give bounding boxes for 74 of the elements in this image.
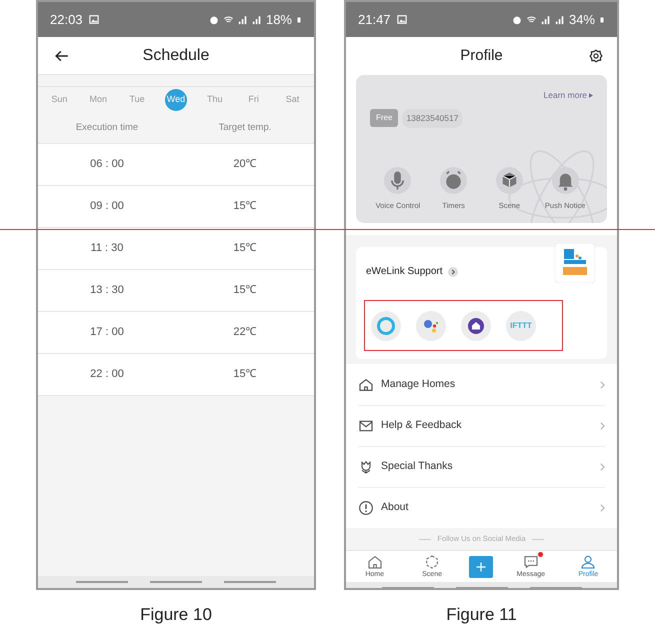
day-tab[interactable]: Thu	[204, 89, 226, 111]
table-cell-text: 17 : 00	[90, 325, 124, 340]
signal-icon	[252, 14, 262, 24]
house-icon	[366, 554, 383, 570]
column-header: Execution time	[76, 120, 138, 135]
menu-item[interactable]: Help & Feedback	[381, 418, 462, 434]
image-icon	[88, 15, 99, 24]
day-tab[interactable]: Wed	[164, 89, 187, 111]
table-cell-text: 20℃	[233, 157, 257, 172]
alarm-clock-icon[interactable]	[440, 166, 468, 194]
figure-caption: Figure 11	[446, 604, 517, 626]
screen-title: Profile	[460, 46, 503, 66]
dots-icon[interactable]	[416, 310, 446, 340]
alarm-icon	[208, 14, 219, 24]
house-circle-icon[interactable]	[461, 310, 491, 340]
play-triangle-icon	[589, 92, 593, 98]
alarm-icon	[512, 14, 522, 24]
dashed-hexagon-icon	[424, 554, 440, 570]
day-tab[interactable]: Sat	[281, 89, 304, 111]
ifttt-button[interactable]: IFTTT	[506, 310, 536, 340]
battery-percent: 18%	[266, 10, 292, 29]
exclamation-circle-icon	[358, 500, 374, 516]
envelope-icon	[358, 418, 374, 434]
settings-icon[interactable]	[589, 49, 603, 63]
battery-icon	[599, 14, 605, 24]
phone-number: 13823540517	[402, 108, 462, 128]
add-button[interactable]	[469, 556, 494, 578]
table-cell-text: 22℃	[233, 325, 257, 340]
table-cell-text: 09 : 00	[90, 199, 124, 214]
figure-caption: Figure 10	[140, 604, 212, 626]
chevron-right-icon	[600, 380, 605, 388]
chevron-right-icon[interactable]	[448, 266, 458, 276]
bell-icon[interactable]	[552, 166, 579, 194]
signal-icon	[540, 14, 551, 24]
column-header: Target temp.	[218, 120, 272, 135]
battery-icon	[296, 14, 302, 24]
screen-title: Schedule	[142, 46, 210, 66]
chevron-right-icon	[600, 422, 605, 430]
day-tab[interactable]: Tue	[126, 89, 148, 111]
table-cell-text: 06 : 00	[90, 157, 124, 172]
house-icon	[358, 376, 374, 392]
chevron-right-icon	[600, 463, 605, 471]
day-tab[interactable]: Fri	[242, 89, 265, 111]
plus-icon	[475, 560, 488, 572]
person-icon	[580, 554, 596, 570]
status-time: 22:03	[50, 10, 83, 29]
image-icon	[396, 15, 407, 24]
table-cell-text: 22 : 00	[90, 367, 124, 382]
status-time: 21:47	[358, 10, 391, 29]
plan-badge: Free	[370, 109, 398, 128]
ring-icon[interactable]	[371, 310, 401, 340]
back-arrow-icon[interactable]	[54, 48, 70, 62]
chat-bubble-icon	[522, 554, 539, 570]
menu-item[interactable]: Special Thanks	[381, 459, 453, 475]
menu-item[interactable]: Manage Homes	[381, 376, 456, 392]
microphone-icon[interactable]	[384, 166, 412, 194]
table-cell-text: 13 : 30	[90, 283, 124, 298]
table-cell-text: 15℃	[233, 367, 257, 382]
support-title: eWeLink Support	[366, 265, 443, 279]
day-tab[interactable]: Sun	[48, 89, 70, 111]
day-tab[interactable]: Mon	[87, 89, 110, 111]
wifi-icon	[222, 14, 234, 24]
menu-item[interactable]: About	[381, 500, 408, 516]
wifi-icon	[526, 14, 537, 24]
signal-icon	[554, 14, 565, 24]
table-cell-text: 15℃	[233, 241, 257, 256]
table-cell-text: 11 : 30	[90, 241, 124, 256]
signal-icon	[238, 14, 248, 24]
table-cell-text: 15℃	[233, 283, 257, 298]
cube-icon[interactable]	[496, 166, 523, 194]
battery-percent: 34%	[568, 10, 595, 29]
learn-more-link[interactable]: Learn more	[544, 89, 587, 102]
chevron-right-icon	[600, 504, 605, 512]
table-cell-text: 15℃	[233, 199, 257, 214]
